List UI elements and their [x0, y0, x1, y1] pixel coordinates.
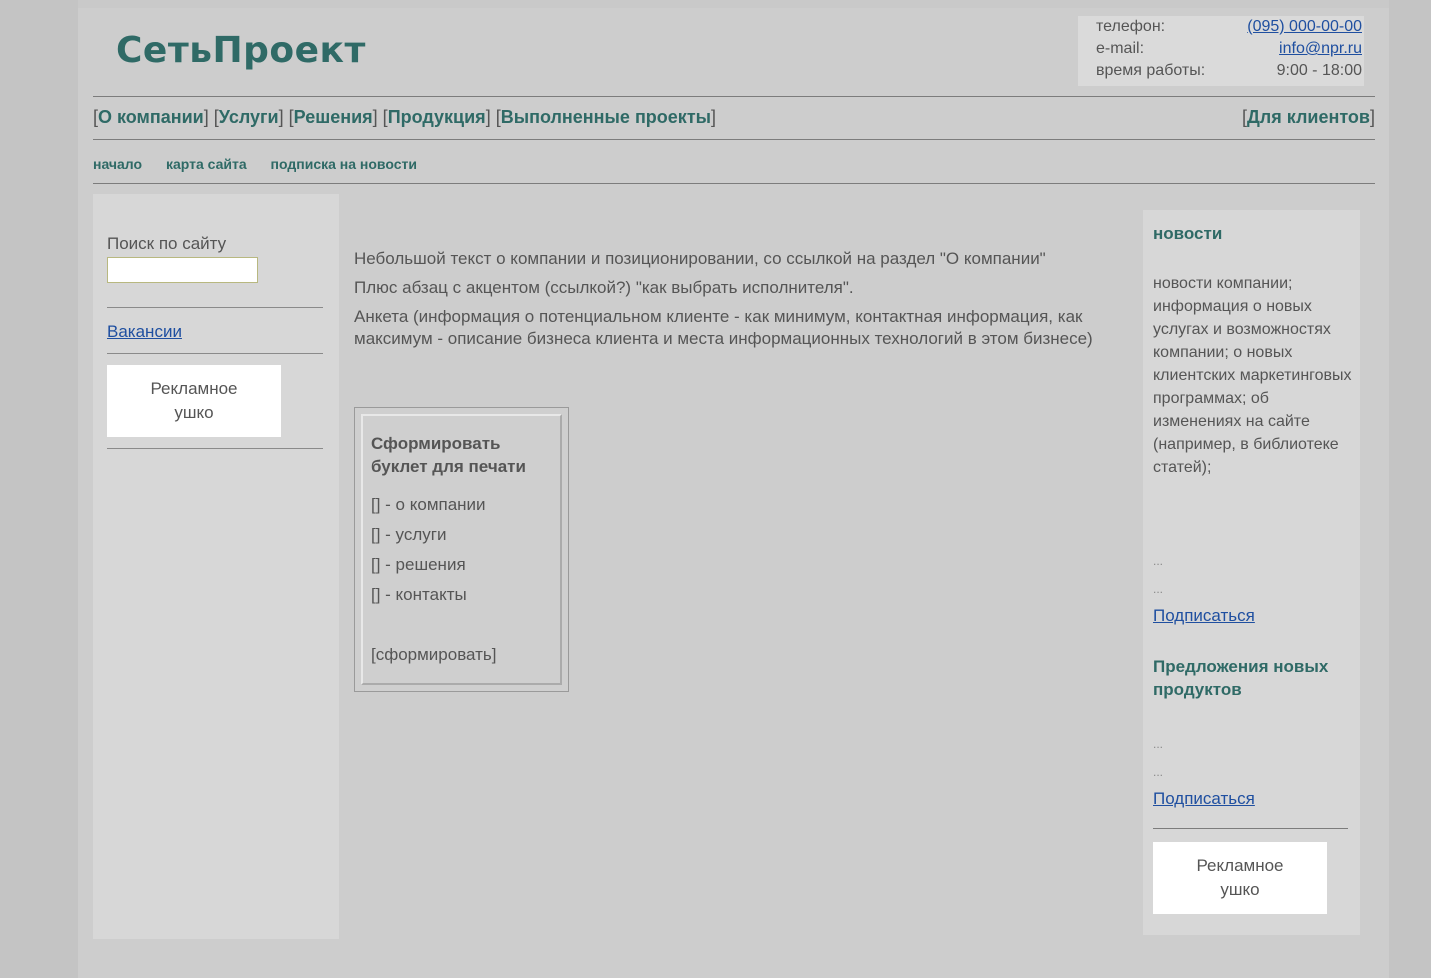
email-row: e-mail: info@npr.ru: [1078, 38, 1364, 60]
subnav-subscribe[interactable]: подписка на новости: [271, 156, 417, 172]
nav-projects[interactable]: Выполненные проекты: [501, 107, 711, 127]
sub-nav: начало карта сайта подписка на новости: [93, 156, 437, 172]
booklet-form: Сформировать буклет для печати [] - о ко…: [354, 407, 569, 692]
booklet-title-line2: буклет для печати: [371, 457, 526, 476]
news-heading: новости: [1153, 224, 1223, 243]
nav-about[interactable]: О компании: [98, 107, 204, 127]
phone-link[interactable]: (095) 000-00-00: [1247, 16, 1362, 38]
page-container: СетьПроект телефон: (095) 000-00-00 e-ma…: [78, 8, 1389, 978]
phone-row: телефон: (095) 000-00-00: [1078, 16, 1364, 38]
news-subscribe-link[interactable]: Подписаться: [1153, 606, 1353, 626]
contractor-paragraph: Плюс абзац с акцентом (ссылкой?) "как вы…: [354, 278, 854, 297]
right-divider: [1153, 828, 1348, 829]
booklet-title-line1: Сформировать: [371, 434, 501, 453]
left-ad-box[interactable]: Рекламное ушко: [107, 365, 281, 437]
nav-products[interactable]: Продукция: [388, 107, 486, 127]
left-ad-line2: ушко: [174, 403, 214, 422]
news-dots-1: ...: [1153, 554, 1164, 568]
right-ad-line1: Рекламное: [1196, 856, 1284, 875]
offers-heading: Предложения новых продуктов: [1153, 657, 1329, 699]
hours-label: время работы:: [1096, 62, 1206, 79]
booklet-form-inner: Сформировать буклет для печати [] - о ко…: [361, 414, 562, 685]
contact-box: телефон: (095) 000-00-00 e-mail: info@np…: [1078, 16, 1364, 86]
offers-dots-2: ...: [1153, 765, 1164, 779]
left-divider-1: [107, 307, 323, 308]
offers-subscribe-link[interactable]: Подписаться: [1153, 789, 1353, 809]
booklet-submit-button[interactable]: [сформировать]: [371, 640, 560, 670]
booklet-option-solutions[interactable]: [] - решения: [371, 550, 560, 580]
offers-dots-1: ...: [1153, 737, 1164, 751]
nav-services[interactable]: Услуги: [219, 107, 279, 127]
right-ad-box[interactable]: Рекламное ушко: [1153, 842, 1327, 914]
header-divider: [93, 96, 1375, 97]
main-nav: [О компании] [Услуги] [Решения] [Продукц…: [93, 107, 1375, 128]
page-margin-right: [1389, 0, 1431, 978]
booklet-option-services[interactable]: [] - услуги: [371, 520, 560, 550]
right-ad-text: Рекламное ушко: [1196, 854, 1283, 902]
search-label: Поиск по сайту: [107, 234, 227, 253]
booklet-title: Сформировать буклет для печати: [371, 432, 560, 478]
phone-label: телефон:: [1096, 18, 1166, 35]
search-input[interactable]: [107, 257, 258, 283]
hours-value: 9:00 - 18:00: [1276, 62, 1362, 79]
site-logo[interactable]: СетьПроект: [116, 30, 366, 71]
left-ad-line1: Рекламное: [150, 379, 238, 398]
booklet-option-company[interactable]: [] - о компании: [371, 490, 560, 520]
news-dots-2: ...: [1153, 582, 1164, 596]
news-text: новости компании; информация о новых усл…: [1153, 275, 1352, 476]
hours-row: время работы: 9:00 - 18:00: [1078, 60, 1364, 82]
left-ad-text: Рекламное ушко: [150, 377, 237, 425]
left-divider-2: [107, 353, 323, 354]
nav-solutions[interactable]: Решения: [294, 107, 373, 127]
subnav-divider: [93, 183, 1375, 184]
left-sidebar: Поиск по сайту Вакансии Рекламное ушко: [93, 194, 339, 939]
main-nav-left: [О компании] [Услуги] [Решения] [Продукц…: [93, 107, 717, 127]
main-content: Небольшой текст о компании и позициониро…: [354, 248, 1124, 357]
page-margin-left: [0, 0, 78, 978]
nav-clients[interactable]: Для клиентов: [1247, 107, 1370, 127]
email-label: e-mail:: [1096, 40, 1145, 57]
intro-paragraph: Небольшой текст о компании и позициониро…: [354, 249, 1046, 268]
email-link[interactable]: info@npr.ru: [1279, 38, 1362, 60]
booklet-option-contacts[interactable]: [] - контакты: [371, 580, 560, 610]
left-divider-3: [107, 448, 323, 449]
subnav-home[interactable]: начало: [93, 156, 142, 172]
vacancies-link[interactable]: Вакансии: [107, 322, 182, 342]
right-ad-line2: ушко: [1220, 880, 1260, 899]
nav-divider: [93, 139, 1375, 140]
right-sidebar: новости новости компании; информация о н…: [1143, 210, 1360, 935]
main-nav-right: [Для клиентов]: [1241, 107, 1375, 127]
subnav-sitemap[interactable]: карта сайта: [166, 156, 247, 172]
questionnaire-paragraph: Анкета (информация о потенциальном клиен…: [354, 307, 1093, 348]
